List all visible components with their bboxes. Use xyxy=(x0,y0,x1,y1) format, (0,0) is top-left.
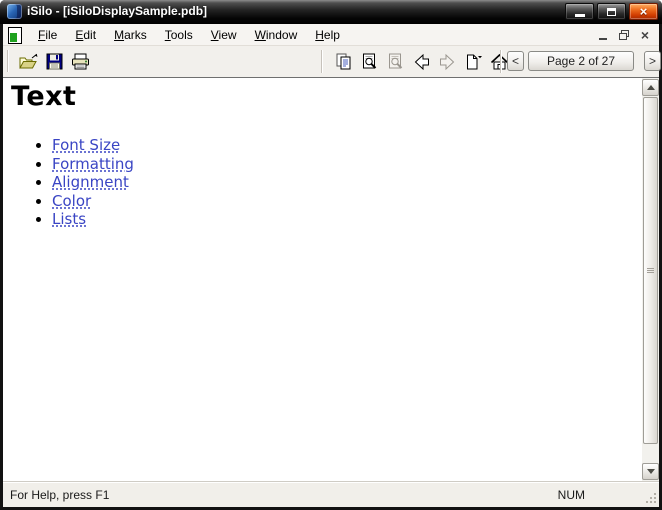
link-alignment[interactable]: Alignment xyxy=(52,173,129,191)
list-item: Alignment xyxy=(52,173,642,192)
num-lock-indicator: NUM xyxy=(557,487,585,502)
menu-file[interactable]: File xyxy=(29,25,66,45)
resize-grip[interactable] xyxy=(654,501,656,503)
close-icon: × xyxy=(639,4,648,19)
menu-edit[interactable]: Edit xyxy=(66,25,105,45)
list-item: Font Size xyxy=(52,136,642,155)
menu-help[interactable]: Help xyxy=(306,25,349,45)
menu-view[interactable]: View xyxy=(202,25,246,45)
scroll-up-button[interactable] xyxy=(642,79,659,96)
list-item: Color xyxy=(52,192,642,211)
status-message: For Help, press F1 xyxy=(10,487,110,502)
back-button[interactable] xyxy=(408,49,434,74)
close-button[interactable]: × xyxy=(629,3,658,20)
menu-window[interactable]: Window xyxy=(246,25,307,45)
back-arrow-icon xyxy=(414,53,429,70)
open-button[interactable] xyxy=(15,49,41,74)
toolbar-separator xyxy=(321,50,323,73)
new-bookmark-button[interactable] xyxy=(460,49,486,74)
document-page: Text Font Size Formatting Alignment Colo… xyxy=(3,78,642,481)
maximize-button[interactable] xyxy=(597,3,626,20)
menu-tools[interactable]: Tools xyxy=(156,25,202,45)
find-next-disabled-icon xyxy=(388,53,402,69)
titlebar: iSilo - [iSiloDisplaySample.pdb] × xyxy=(0,0,662,24)
window-controls: × xyxy=(565,3,658,20)
link-lists[interactable]: Lists xyxy=(52,210,86,228)
minimize-button[interactable] xyxy=(565,3,594,20)
toolbar: < Page 2 of 27 > xyxy=(3,46,661,77)
toolbar-file-group xyxy=(15,49,93,74)
find-in-document-icon xyxy=(362,53,376,69)
list-item: Formatting xyxy=(52,155,642,174)
toolbar-nav-group xyxy=(330,49,512,74)
statusbar: For Help, press F1 NUM xyxy=(3,481,659,507)
minimize-icon xyxy=(574,14,585,17)
page-indicator-button[interactable]: Page 2 of 27 xyxy=(528,51,634,71)
scroll-down-button[interactable] xyxy=(642,463,659,480)
forward-arrow-disabled-icon xyxy=(439,53,454,70)
menu-marks[interactable]: Marks xyxy=(105,25,156,45)
topic-list: Font Size Formatting Alignment Color Lis… xyxy=(11,136,642,229)
save-button[interactable] xyxy=(41,49,67,74)
vertical-scrollbar[interactable] xyxy=(642,78,659,481)
toolbar-gripper[interactable] xyxy=(7,50,9,72)
mdi-restore-icon[interactable] xyxy=(618,30,629,40)
app-icon xyxy=(7,4,22,19)
scrollbar-thumb[interactable] xyxy=(643,97,658,444)
maximize-icon xyxy=(607,7,616,16)
printer-icon xyxy=(71,53,89,69)
mdi-window-controls: × xyxy=(598,28,649,42)
mdi-minimize-icon[interactable] xyxy=(598,37,607,40)
floppy-disk-icon xyxy=(46,53,62,70)
copy-icon xyxy=(336,53,350,70)
find-next-button-disabled[interactable] xyxy=(382,49,408,74)
link-color[interactable]: Color xyxy=(52,192,91,210)
mdi-close-icon[interactable]: × xyxy=(641,28,649,42)
up-arrow-icon xyxy=(646,85,655,90)
thumb-grip-icon xyxy=(647,268,654,273)
menubar: File Edit Marks Tools View Window Help × xyxy=(3,24,659,46)
link-formatting[interactable]: Formatting xyxy=(52,155,134,173)
document-icon[interactable] xyxy=(8,26,22,44)
document-view: Text Font Size Formatting Alignment Colo… xyxy=(3,77,659,481)
forward-button-disabled[interactable] xyxy=(434,49,460,74)
copy-button[interactable] xyxy=(330,49,356,74)
window-title: iSilo - [iSiloDisplaySample.pdb] xyxy=(27,4,208,18)
page-navigation: < Page 2 of 27 > xyxy=(507,51,661,71)
page-heading: Text xyxy=(11,81,77,112)
next-page-button[interactable]: > xyxy=(644,51,661,71)
link-font-size[interactable]: Font Size xyxy=(52,136,120,154)
toolbar-separator xyxy=(500,50,502,73)
find-button[interactable] xyxy=(356,49,382,74)
down-arrow-icon xyxy=(646,469,655,474)
print-button[interactable] xyxy=(67,49,93,74)
app-window: iSilo - [iSiloDisplaySample.pdb] × File … xyxy=(0,0,662,510)
prev-page-button[interactable]: < xyxy=(507,51,524,71)
open-folder-icon xyxy=(18,53,37,68)
document-dropdown-icon xyxy=(466,54,482,69)
list-item: Lists xyxy=(52,210,642,229)
